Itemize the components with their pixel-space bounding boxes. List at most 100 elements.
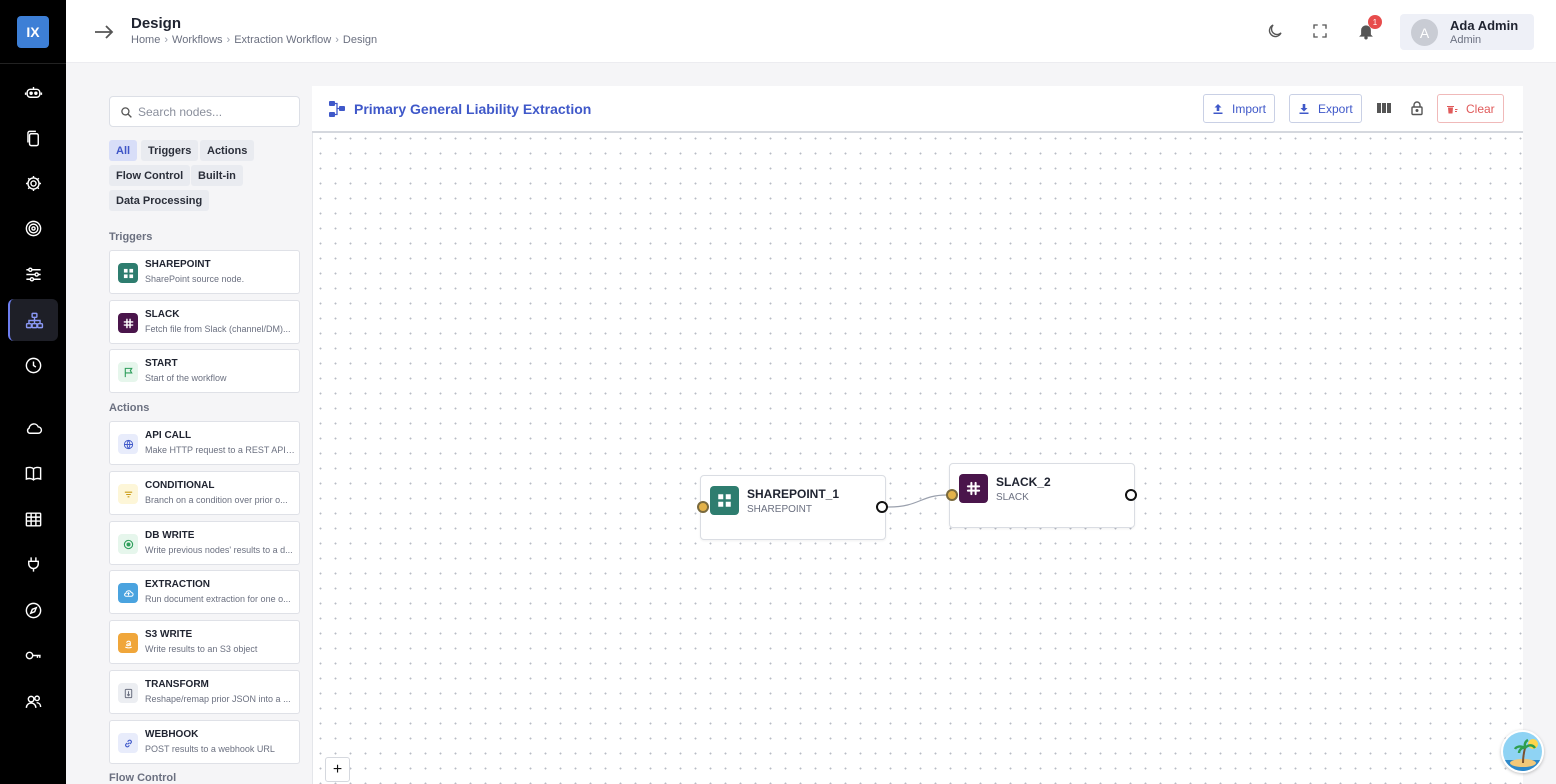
nav-key[interactable] — [8, 634, 58, 676]
breadcrumb-home[interactable]: Home — [131, 34, 160, 46]
palette-node-extraction[interactable]: EXTRACTION Run document extraction for o… — [109, 570, 300, 614]
input-port[interactable] — [697, 501, 709, 513]
canvas-node-slack[interactable]: SLACK_2 SLACK — [949, 463, 1135, 528]
user-name: Ada Admin — [1450, 18, 1519, 33]
import-button[interactable]: Import — [1203, 94, 1276, 123]
clear-label: Clear — [1466, 101, 1495, 116]
node-title: API CALL — [145, 430, 192, 441]
breadcrumb-workflows[interactable]: Workflows — [172, 34, 223, 46]
dark-mode-moon-icon[interactable] — [1266, 22, 1284, 40]
filter-all[interactable]: All — [109, 140, 138, 161]
nav-book[interactable] — [8, 452, 58, 494]
node-title: START — [145, 358, 178, 369]
globe-icon — [118, 434, 138, 454]
section-label-triggers: Triggers — [109, 231, 153, 243]
workflow-canvas[interactable] — [312, 86, 1523, 784]
breadcrumb-separator: › — [226, 34, 231, 46]
palette-node-sharepoint[interactable]: SHAREPOINT SharePoint source node. — [109, 250, 300, 294]
nav-workflow[interactable] — [8, 299, 58, 341]
nav-target[interactable] — [8, 207, 58, 249]
fullscreen-icon[interactable] — [1311, 22, 1329, 40]
nav-settings[interactable] — [8, 162, 58, 204]
breadcrumb: Home › Workflows › Extraction Workflow ›… — [131, 34, 377, 46]
canvas-toolbar: Primary General Liability Extraction Imp… — [312, 86, 1523, 133]
workflow-title[interactable]: Primary General Liability Extraction — [354, 101, 591, 117]
node-title: SLACK — [145, 309, 180, 320]
nav-compass[interactable] — [8, 589, 58, 631]
node-title: SHAREPOINT — [145, 259, 211, 270]
palette-node-s3-write[interactable]: S3 WRITE Write results to an S3 object — [109, 620, 300, 664]
breadcrumb-extraction-workflow[interactable]: Extraction Workflow — [234, 34, 331, 46]
node-description: POST results to a webhook URL — [145, 744, 275, 754]
palette-node-conditional[interactable]: CONDITIONAL Branch on a condition over p… — [109, 471, 300, 515]
canvas-node-sharepoint[interactable]: SHAREPOINT_1 SHAREPOINT — [700, 475, 886, 540]
search-input[interactable] — [138, 103, 293, 121]
nav-rail: IX — [0, 0, 66, 784]
node-description: Fetch file from Slack (channel/DM)... — [145, 324, 291, 334]
filter-built-in[interactable]: Built-in — [191, 165, 243, 186]
link-icon — [118, 733, 138, 753]
palette-node-slack[interactable]: SLACK Fetch file from Slack (channel/DM)… — [109, 300, 300, 344]
nav-documents[interactable] — [8, 117, 58, 159]
node-type: SHAREPOINT — [747, 504, 813, 515]
filter-flow-control[interactable]: Flow Control — [109, 165, 191, 186]
breadcrumb-separator: › — [335, 34, 339, 46]
filter-actions[interactable]: Actions — [200, 140, 255, 161]
clear-trash-icon — [1447, 105, 1458, 113]
top-bar: Design Home › Workflows › Extraction Wor… — [66, 0, 1556, 63]
app-logo[interactable]: IX — [17, 16, 49, 48]
nav-sliders[interactable] — [8, 253, 58, 295]
export-button[interactable]: Export — [1289, 94, 1362, 123]
lock-icon[interactable] — [1409, 100, 1425, 116]
node-type: SLACK — [996, 492, 1029, 503]
beach-island-icon — [1503, 732, 1542, 771]
nav-table[interactable] — [8, 498, 58, 540]
breadcrumb-separator: › — [164, 34, 169, 46]
filter-triggers[interactable]: Triggers — [141, 140, 199, 161]
nav-robot[interactable] — [8, 71, 58, 113]
transform-icon — [118, 683, 138, 703]
node-description: Write results to an S3 object — [145, 644, 258, 654]
back-arrow-icon[interactable] — [92, 20, 116, 44]
node-name: SLACK_2 — [996, 475, 1051, 489]
workflow-icon — [25, 312, 43, 328]
node-title: TRANSFORM — [145, 679, 209, 690]
flag-icon — [118, 362, 138, 382]
clear-button[interactable]: Clear — [1437, 94, 1504, 123]
node-description: SharePoint source node. — [145, 274, 245, 284]
nav-history[interactable] — [8, 344, 58, 386]
sharepoint-icon — [118, 263, 138, 283]
assistant-avatar-button[interactable] — [1501, 730, 1544, 773]
settings-gear-icon — [25, 175, 41, 191]
cloud-extract-icon — [118, 583, 138, 603]
palette-node-start[interactable]: START Start of the workflow — [109, 349, 300, 393]
nav-plug[interactable] — [8, 543, 58, 585]
palette-node-api-call[interactable]: API CALL Make HTTP request to a REST API… — [109, 421, 300, 465]
output-port[interactable] — [876, 501, 888, 513]
columns-layout-icon[interactable] — [1376, 100, 1392, 116]
nav-users[interactable] — [8, 680, 58, 722]
nav-cloud[interactable] — [8, 407, 58, 449]
search-icon — [121, 107, 132, 118]
add-node-button[interactable]: + — [325, 757, 350, 782]
palette-node-transform[interactable]: TRANSFORM Reshape/remap prior JSON into … — [109, 670, 300, 714]
key-icon — [25, 651, 41, 659]
plug-icon — [27, 556, 39, 572]
user-menu[interactable]: A Ada Admin Admin — [1400, 14, 1534, 50]
filter-icon — [118, 484, 138, 504]
target-icon — [25, 220, 41, 236]
filter-data-processing[interactable]: Data Processing — [109, 190, 210, 211]
input-port[interactable] — [946, 489, 958, 501]
avatar: A — [1411, 19, 1438, 46]
table-icon — [25, 511, 41, 527]
robot-icon — [24, 86, 42, 98]
palette-node-webhook[interactable]: WEBHOOK POST results to a webhook URL — [109, 720, 300, 764]
flow-diagram-icon — [329, 101, 345, 117]
palette-node-db-write[interactable]: DB WRITE Write previous nodes' results t… — [109, 521, 300, 565]
node-title: DB WRITE — [145, 530, 195, 541]
rail-divider — [0, 63, 66, 64]
slack-icon — [118, 313, 138, 333]
sharepoint-icon — [710, 486, 739, 515]
cloud-icon — [26, 422, 42, 434]
output-port[interactable] — [1125, 489, 1137, 501]
